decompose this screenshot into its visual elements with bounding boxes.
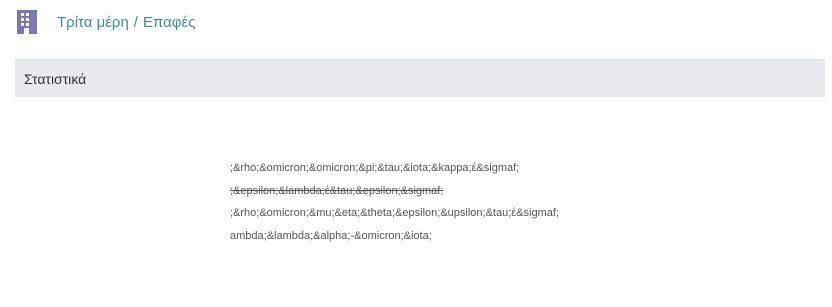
breadcrumb-separator: / [133, 13, 138, 31]
stats-line-struck: ;&epsilon;&lambda;έ&tau;&epsilon;&sigmaf… [230, 184, 444, 197]
breadcrumb: Τρίτα μέρη / Επαφές [57, 14, 195, 31]
stats-line: ambda;&lambda;&alpha;-&omicron;&iota; [230, 229, 432, 242]
stats-line: ;&rho;&omicron;&omicron;&pi;&tau;&iota;&… [230, 162, 520, 174]
statistics-title: Στατιστικά [24, 70, 87, 87]
page-header: Τρίτα μέρη / Επαφές [16, 9, 195, 35]
breadcrumb-parent-link[interactable]: Τρίτα μέρη [57, 14, 129, 31]
statistics-panel-header: Στατιστικά [15, 59, 825, 97]
statistics-list: ;&rho;&omicron;&omicron;&pi;&tau;&iota;&… [230, 157, 559, 247]
page: Τρίτα μέρη / Επαφές Στατιστικά ;&rho;&om… [0, 0, 832, 307]
stats-line: ;&rho;&omicron;&mu;&eta;&theta;&epsilon;… [230, 207, 559, 219]
building-icon [16, 10, 38, 34]
breadcrumb-current: Επαφές [142, 13, 196, 31]
